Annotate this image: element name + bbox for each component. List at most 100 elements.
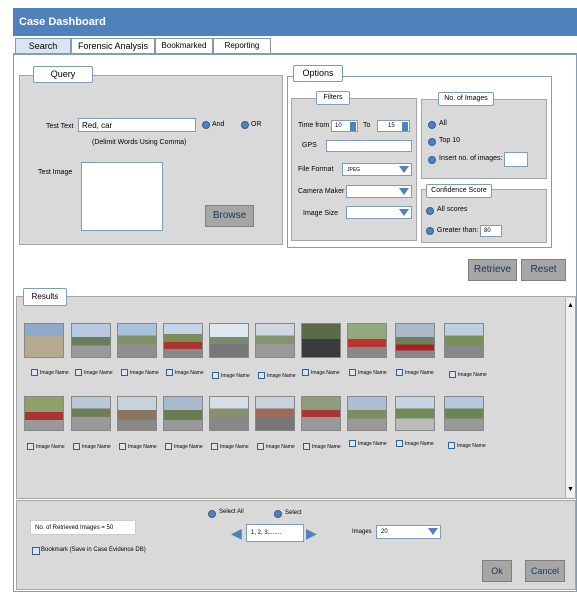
image-name-label: Image Name <box>311 370 340 376</box>
and-label: And <box>212 121 225 128</box>
cancel-button[interactable]: Cancel <box>525 560 565 582</box>
image-checkbox[interactable] <box>303 443 310 450</box>
test-text-input[interactable]: Red, car <box>78 118 196 132</box>
images-label: Images <box>352 529 372 535</box>
result-thumbnail[interactable] <box>395 396 435 431</box>
result-thumbnail[interactable] <box>347 396 387 431</box>
image-name-label: Image Name <box>267 373 296 379</box>
image-size-select[interactable] <box>346 206 412 219</box>
image-checkbox[interactable] <box>396 440 403 447</box>
image-checkbox[interactable] <box>212 372 219 379</box>
image-checkbox[interactable] <box>166 369 173 376</box>
image-checkbox[interactable] <box>349 440 356 447</box>
result-thumbnail[interactable] <box>347 323 387 358</box>
page-list[interactable]: 1, 2, 3,....... <box>246 524 304 542</box>
image-checkbox[interactable] <box>349 369 356 376</box>
spin-arrow-icon[interactable] <box>402 122 408 131</box>
result-thumbnail[interactable] <box>255 396 295 431</box>
result-thumbnail[interactable] <box>209 323 249 358</box>
bookmark-checkbox[interactable] <box>32 547 40 555</box>
tab-bookmarked[interactable]: Bookmarked <box>155 38 213 54</box>
image-checkbox[interactable] <box>31 369 38 376</box>
image-name-label: Image Name <box>175 370 204 376</box>
image-name-label: Image Name <box>130 370 159 376</box>
result-thumbnail[interactable] <box>444 396 484 431</box>
image-name-label: Image Name <box>457 443 486 449</box>
result-thumbnail[interactable] <box>255 323 295 358</box>
tab-forensic-analysis[interactable]: Forensic Analysis <box>71 38 155 54</box>
result-thumbnail[interactable] <box>301 323 341 358</box>
file-format-select[interactable]: JPEG <box>342 163 412 176</box>
result-thumbnail[interactable] <box>301 396 341 431</box>
time-from-stepper[interactable]: 10 <box>331 120 358 132</box>
window-title: Case Dashboard <box>13 8 577 36</box>
greater-than-input[interactable]: 80 <box>480 225 502 237</box>
spin-arrow-icon[interactable] <box>350 122 356 131</box>
image-name-label: Image Name <box>358 441 387 447</box>
gps-input[interactable] <box>326 140 412 152</box>
time-to-stepper[interactable]: 15 <box>377 120 410 132</box>
select-label: Select <box>285 510 302 516</box>
select-radio[interactable] <box>274 510 282 518</box>
images-per-page-select[interactable]: 20 <box>376 525 441 539</box>
retrieve-button[interactable]: Retrieve <box>468 259 517 281</box>
image-checkbox[interactable] <box>119 443 126 450</box>
ok-button[interactable]: Ok <box>482 560 512 582</box>
tab-reporting[interactable]: Reporting <box>213 38 271 54</box>
gps-label: GPS <box>302 142 317 149</box>
test-image-drop[interactable] <box>81 162 163 231</box>
result-thumbnail[interactable] <box>24 396 64 431</box>
all-images-radio[interactable] <box>428 121 436 129</box>
next-page-icon[interactable]: ▶ <box>306 526 317 540</box>
or-radio[interactable] <box>241 121 249 129</box>
top10-label: Top 10 <box>439 137 461 144</box>
tab-search[interactable]: Search <box>15 38 71 54</box>
insert-count-input[interactable] <box>504 152 528 167</box>
result-thumbnail[interactable] <box>163 396 203 431</box>
greater-than-radio[interactable] <box>426 227 434 235</box>
result-thumbnail[interactable] <box>117 323 157 358</box>
image-name-label: Image Name <box>40 370 69 376</box>
result-thumbnail[interactable] <box>163 323 203 358</box>
image-name-label: Image Name <box>405 370 434 376</box>
scroll-down-icon[interactable]: ▼ <box>567 485 574 495</box>
image-checkbox[interactable] <box>121 369 128 376</box>
result-thumbnail[interactable] <box>395 323 435 358</box>
result-thumbnail[interactable] <box>71 396 111 431</box>
image-checkbox[interactable] <box>211 443 218 450</box>
result-thumbnail[interactable] <box>71 323 111 358</box>
file-format-value: JPEG <box>347 167 361 173</box>
scroll-up-icon[interactable]: ▲ <box>567 301 574 311</box>
result-thumbnail[interactable] <box>209 396 249 431</box>
image-checkbox[interactable] <box>258 372 265 379</box>
browse-button[interactable]: Browse <box>205 205 254 227</box>
image-checkbox[interactable] <box>73 443 80 450</box>
result-thumbnail[interactable] <box>117 396 157 431</box>
image-checkbox[interactable] <box>396 369 403 376</box>
reset-button[interactable]: Reset <box>521 259 566 281</box>
bookmark-label: Bookmark (Save in Case Evidence DB) <box>41 547 146 553</box>
result-thumbnail[interactable] <box>24 323 64 358</box>
all-scores-radio[interactable] <box>426 207 434 215</box>
image-checkbox[interactable] <box>75 369 82 376</box>
time-from-value: 10 <box>335 123 342 129</box>
image-checkbox[interactable] <box>302 369 309 376</box>
top10-radio[interactable] <box>428 138 436 146</box>
image-checkbox[interactable] <box>449 371 456 378</box>
and-radio[interactable] <box>202 121 210 129</box>
select-all-label: Select All <box>219 509 244 515</box>
image-checkbox[interactable] <box>257 443 264 450</box>
select-all-radio[interactable] <box>208 510 216 518</box>
image-checkbox[interactable] <box>27 443 34 450</box>
image-name-label: Image Name <box>36 444 65 450</box>
image-name-label: Image Name <box>312 444 341 450</box>
results-scrollbar[interactable]: ▲ ▼ <box>565 298 575 498</box>
image-checkbox[interactable] <box>448 442 455 449</box>
result-thumbnail[interactable] <box>444 323 484 358</box>
insert-count-radio[interactable] <box>428 156 436 164</box>
camera-maker-select[interactable] <box>346 185 412 198</box>
image-checkbox[interactable] <box>165 443 172 450</box>
images-per-page-value: 20 <box>381 529 388 535</box>
delimit-hint: (Delimit Words Using Comma) <box>92 139 187 146</box>
prev-page-icon[interactable]: ◀ <box>231 526 242 540</box>
